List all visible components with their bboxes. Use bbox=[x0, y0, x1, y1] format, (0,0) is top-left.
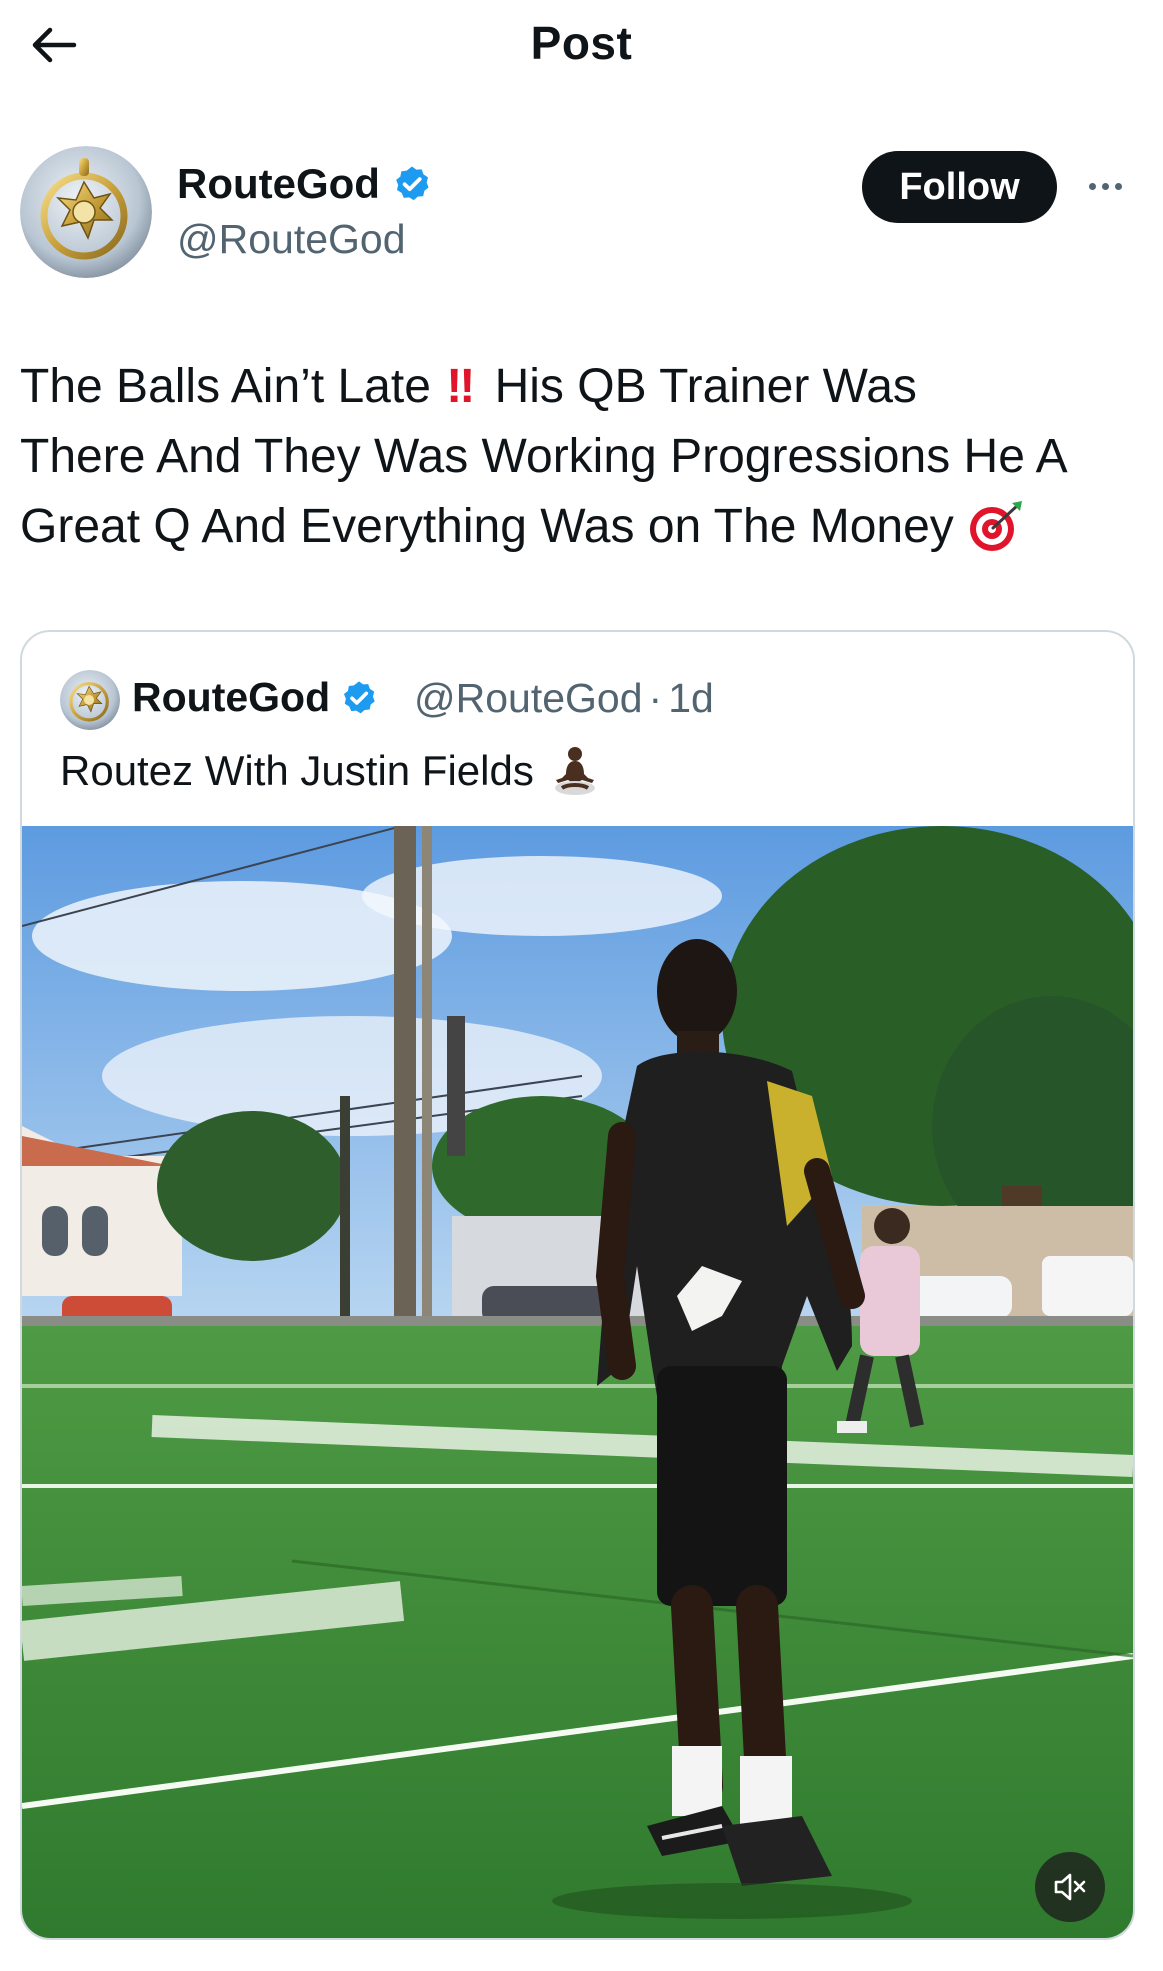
target-icon bbox=[969, 501, 1022, 552]
quoted-timestamp: 1d bbox=[668, 675, 714, 721]
mute-toggle-button[interactable] bbox=[1035, 1852, 1105, 1922]
post-line-1: The Balls Ain’t Late ‼ His QB Trainer Wa… bbox=[20, 352, 1140, 422]
more-options-button[interactable] bbox=[1080, 168, 1130, 204]
more-dot bbox=[1114, 182, 1122, 190]
avatar-image bbox=[20, 146, 152, 278]
post-line-2: There And They Was Working Progressions … bbox=[20, 430, 1068, 483]
post-line-1b: His QB Trainer Was bbox=[494, 360, 917, 413]
quoted-video[interactable] bbox=[22, 826, 1133, 1938]
page-title: Post bbox=[530, 17, 633, 69]
quoted-avatar-image bbox=[60, 670, 120, 730]
quoted-text: Routez With Justin Fields bbox=[60, 744, 602, 798]
volume-muted-icon bbox=[1054, 1873, 1086, 1901]
post-line-1a: The Balls Ain’t Late bbox=[20, 360, 431, 413]
quoted-post[interactable]: RouteGod @RouteGod · 1d Routez With Justin… bbox=[20, 630, 1135, 1940]
person-meditating-icon bbox=[554, 747, 595, 795]
author-name[interactable]: RouteGod bbox=[177, 160, 432, 208]
verified-badge-icon bbox=[344, 680, 375, 713]
double-exclamation-icon: ‼ bbox=[446, 360, 475, 413]
quoted-separator: · bbox=[648, 675, 663, 721]
author-avatar[interactable] bbox=[20, 146, 152, 278]
post-line-3: Great Q And Everything Was on The Money bbox=[20, 492, 1140, 562]
post-text: The Balls Ain’t Late ‼ His QB Trainer Wa… bbox=[20, 352, 1140, 562]
video-frame bbox=[22, 826, 1133, 1938]
quoted-meta: @RouteGod · 1d bbox=[414, 675, 714, 722]
follow-button[interactable]: Follow bbox=[862, 151, 1057, 223]
quoted-avatar[interactable] bbox=[60, 670, 120, 730]
author-handle[interactable]: @RouteGod bbox=[177, 216, 406, 263]
author-name-text: RouteGod bbox=[177, 160, 380, 207]
quoted-author-name[interactable]: RouteGod bbox=[132, 674, 378, 721]
more-horizontal-icon bbox=[1088, 182, 1096, 190]
quoted-text-body: Routez With Justin Fields bbox=[60, 747, 534, 794]
post-line-3-text: Great Q And Everything Was on The Money bbox=[20, 500, 954, 553]
quoted-author-handle: @RouteGod bbox=[414, 675, 643, 721]
verified-badge-icon bbox=[396, 166, 429, 201]
top-bar: Post bbox=[0, 0, 1163, 92]
more-dot bbox=[1101, 182, 1109, 190]
quoted-author-name-text: RouteGod bbox=[132, 674, 331, 720]
